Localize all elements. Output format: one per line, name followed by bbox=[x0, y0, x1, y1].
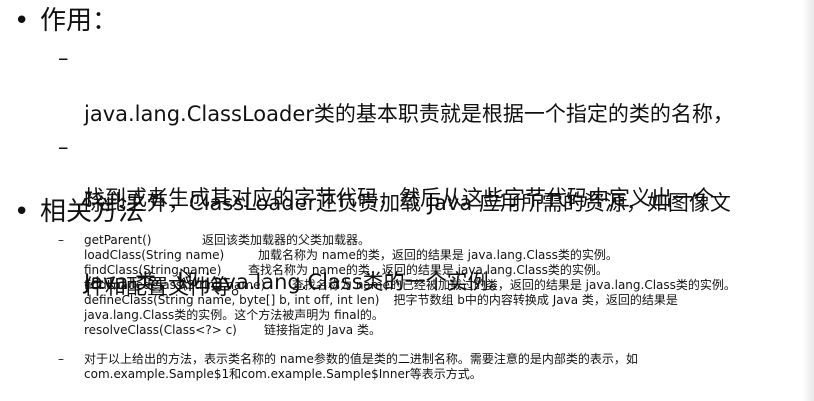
method-signature: resolveClass(Class<?> c) bbox=[84, 323, 237, 337]
section-title: 相关方法 bbox=[40, 197, 145, 227]
method-row: loadClass(String name) 加载名称为 name的类，返回的结果… bbox=[84, 248, 814, 263]
method-description: 把字节数组 b中的内容转换成 Java 类，返回的结果是 bbox=[393, 293, 678, 307]
method-description: 查找名称为 name的类，返回的结果是 java.lang.Class类的实例。 bbox=[248, 263, 608, 277]
method-description: 查找名称为 name的已经被加载过的类，返回的结果是 java.lang.Cla… bbox=[292, 278, 736, 292]
section-heading-purpose: • 作用： bbox=[14, 6, 118, 36]
method-description: 加载名称为 name的类，返回的结果是 java.lang.Class类的实例。 bbox=[258, 248, 618, 262]
bullet-icon: • bbox=[14, 197, 30, 227]
text-line: 除此之外，ClassLoader还负责加载 Java 应用所需的资源，如图像文 bbox=[84, 191, 731, 215]
text-line: java.lang.ClassLoader类的基本职责就是根据一个指定的类的名称… bbox=[84, 102, 734, 126]
section-heading-methods: • 相关方法 bbox=[14, 197, 144, 227]
method-row: findLoadedClass(String name) 查找名称为 name的已… bbox=[84, 278, 814, 293]
mouse-cursor-icon bbox=[180, 268, 192, 284]
method-row: java.lang.Class类的实例。这个方法被声明为 final的。 bbox=[84, 308, 814, 323]
dash-marker: – bbox=[58, 135, 69, 159]
dash-marker: – bbox=[58, 352, 64, 366]
method-description: 链接指定的 Java 类。 bbox=[264, 323, 381, 337]
method-row: defineClass(String name, byte[] b, int o… bbox=[84, 293, 814, 308]
method-row: getParent() 返回该类加载器的父类加载器。 bbox=[84, 233, 814, 248]
method-signature: getParent() bbox=[84, 233, 152, 247]
method-signature: defineClass(String name, byte[] b, int o… bbox=[84, 293, 380, 307]
bullet-icon: • bbox=[14, 6, 30, 36]
method-signature: findClass(String name) bbox=[84, 263, 222, 277]
method-row: findClass(String name) 查找名称为 name的类，返回的结果… bbox=[84, 263, 814, 278]
method-signature: loadClass(String name) bbox=[84, 248, 225, 262]
dash-marker: – bbox=[58, 46, 69, 70]
section-title: 作用： bbox=[40, 6, 119, 36]
method-row: resolveClass(Class<?> c) 链接指定的 Java 类。 bbox=[84, 323, 814, 338]
method-signature: java.lang.Class类的实例。这个方法被声明为 final的。 bbox=[84, 308, 384, 322]
text-line: 对于以上给出的方法，表示类名称的 name参数的值是类的二进制名称。需要注意的是… bbox=[84, 352, 638, 366]
dash-marker: – bbox=[58, 233, 64, 247]
method-description: 返回该类加载器的父类加载器。 bbox=[202, 233, 371, 247]
text-line: com.example.Sample$1和com.example.Sample$… bbox=[84, 367, 482, 381]
